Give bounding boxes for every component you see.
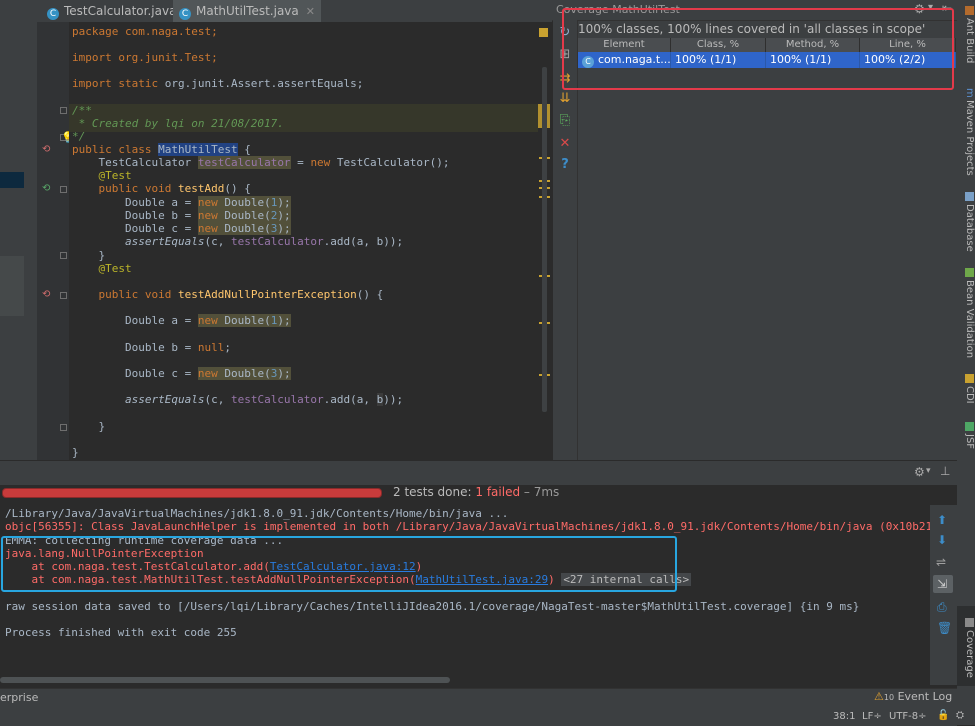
status-left-text[interactable]: erprise — [0, 691, 38, 704]
tool-bean-validation[interactable]: Bean Validation — [957, 268, 975, 358]
fold-icon[interactable] — [60, 292, 67, 299]
bean-icon — [964, 268, 974, 277]
arrow-down-icon[interactable]: ⬇ — [937, 533, 947, 547]
close-icon[interactable]: ✕ — [558, 137, 572, 151]
soft-wrap-icon[interactable]: ⇌ — [936, 555, 946, 569]
file-encoding[interactable]: UTF-8÷ — [889, 711, 927, 722]
code-line: assertEquals(c, testCalculator.add(a, b)… — [72, 235, 404, 248]
code-line: TestCalculator testCalculator = new Test… — [72, 156, 450, 169]
fold-icon[interactable] — [60, 107, 67, 114]
tool-coverage-active[interactable]: Coverage — [957, 606, 975, 686]
code-line: Double c = new Double(3); — [72, 222, 291, 235]
trash-icon[interactable]: 🗑 — [937, 621, 952, 635]
code-line: @Test — [72, 169, 132, 182]
event-count: 10 — [883, 693, 895, 702]
event-log-button[interactable]: ⚠10 Event Log — [874, 690, 952, 703]
minimize-icon[interactable]: ⊥ — [940, 464, 950, 478]
cdi-icon — [964, 374, 974, 383]
maven-icon: m — [964, 88, 975, 98]
code-line: } — [72, 446, 79, 459]
fold-icon[interactable] — [60, 252, 67, 259]
console-line: Process finished with exit code 255 — [5, 626, 237, 639]
tool-coverage[interactable]: Coverage — [957, 618, 975, 678]
project-tree-area[interactable] — [0, 256, 24, 316]
tool-cdi[interactable]: CDI — [957, 374, 975, 404]
right-tool-bar: Ant Build mMaven Projects Database Bean … — [957, 0, 975, 725]
status-bar: erprise ⚠10 Event Log 38:1 LF÷ UTF-8÷ 🔓 … — [0, 688, 964, 726]
test-progress-bar — [2, 488, 382, 498]
run-panel-header: ⚙ ▾ ⊥ — [0, 460, 957, 485]
run-test-icon[interactable]: ⟲ — [42, 144, 53, 155]
code-line: public class MathUtilTest { — [72, 143, 251, 156]
java-class-icon: C — [179, 8, 191, 20]
code-line: @Test — [72, 262, 132, 275]
editor-gutter[interactable]: ⟲ ⟲ ⟲ 💡 — [37, 22, 75, 460]
console-hscrollbar[interactable] — [0, 677, 450, 683]
close-icon[interactable]: ✕ — [306, 5, 315, 18]
code-line: } — [72, 249, 106, 262]
jsf-icon — [964, 422, 974, 431]
code-line: public void testAddNullPointerException(… — [72, 288, 384, 301]
code-line: Double a = new Double(1); — [72, 314, 291, 327]
coverage-icon — [964, 618, 974, 627]
highlight-box-red — [562, 8, 954, 90]
console-line: objc[56355]: Class JavaLaunchHelper is i… — [5, 520, 930, 533]
gear-icon[interactable]: ⚙ — [914, 465, 925, 479]
code-line: } — [72, 420, 106, 433]
code-line: import static org.junit.Assert.assertEqu… — [72, 77, 364, 90]
console-line: raw session data saved to [/Users/lqi/Li… — [5, 600, 860, 613]
console-output[interactable]: /Library/Java/JavaVirtualMachines/jdk1.8… — [0, 505, 930, 685]
tool-ant-build[interactable]: Ant Build — [957, 6, 975, 63]
code-line: /** — [72, 104, 92, 117]
caret-position[interactable]: 38:1 — [833, 711, 855, 722]
tool-database[interactable]: Database — [957, 192, 975, 252]
console-toolbar: ⬆ ⬇ ⇌ ⇲ ⎙ 🗑 — [930, 505, 957, 685]
console-line: /Library/Java/JavaVirtualMachines/jdk1.8… — [5, 507, 509, 520]
chevron-down-icon[interactable]: ▾ — [926, 466, 931, 476]
failed-count: 1 failed — [475, 485, 521, 499]
code-line: Double b = null; — [72, 341, 231, 354]
code-line: public void testAdd() { — [72, 182, 251, 195]
run-test-icon[interactable]: ⟲ — [42, 183, 53, 194]
event-log-icon: ⚠ — [874, 690, 884, 703]
help-icon[interactable]: ? — [558, 158, 572, 172]
fold-icon[interactable] — [60, 424, 67, 431]
line-separator[interactable]: LF÷ — [862, 711, 882, 722]
project-selected-item[interactable] — [0, 172, 24, 188]
code-line: */ — [72, 130, 86, 143]
code-line: Double c = new Double(3); — [72, 367, 291, 380]
highlight-box-blue — [1, 536, 677, 592]
code-editor[interactable]: package com.naga.test; import org.junit.… — [69, 22, 538, 460]
code-line: * Created by lqi on 21/08/2017. — [72, 117, 284, 130]
editor-tab-bar: CTestCalculator.java✕ CMathUtilTest.java… — [37, 0, 552, 23]
tool-jsf[interactable]: JSF — [957, 422, 975, 449]
lock-icon[interactable]: 🔓 — [937, 710, 949, 721]
code-line: Double a = new Double(1); — [72, 196, 291, 209]
code-line: package com.naga.test; — [72, 25, 218, 38]
autoscroll-from-source-icon[interactable]: ⇊ — [558, 92, 572, 106]
generate-report-icon[interactable]: ⎘ — [558, 114, 572, 128]
print-icon[interactable]: ⎙ — [937, 600, 947, 615]
java-class-icon: C — [47, 8, 59, 20]
arrow-up-icon[interactable]: ⬆ — [937, 513, 947, 527]
scroll-to-end-icon[interactable]: ⇲ — [937, 577, 947, 591]
fold-icon[interactable] — [60, 186, 67, 193]
project-panel-edge — [0, 0, 37, 460]
run-test-icon[interactable]: ⟲ — [42, 289, 53, 300]
database-icon — [964, 192, 974, 201]
tab-label: MathUtilTest.java — [196, 4, 299, 18]
tool-maven-projects[interactable]: mMaven Projects — [957, 88, 975, 176]
editor-scrollbar[interactable] — [542, 67, 547, 412]
warning-icon[interactable] — [539, 28, 548, 37]
inspector-icon[interactable]: ⛭ — [956, 710, 964, 721]
ant-icon — [964, 6, 974, 15]
test-status: 2 tests done: 1 failed – 7ms — [393, 485, 560, 499]
code-line: Double b = new Double(2); — [72, 209, 291, 222]
code-line: assertEquals(c, testCalculator.add(a, b)… — [72, 393, 404, 406]
tab-label: TestCalculator.java — [64, 4, 177, 18]
code-line: import org.junit.Test; — [72, 51, 218, 64]
tab-mathutiltest[interactable]: C MathUtilTest.java ✕ — [173, 0, 321, 22]
error-stripe[interactable] — [538, 22, 552, 460]
